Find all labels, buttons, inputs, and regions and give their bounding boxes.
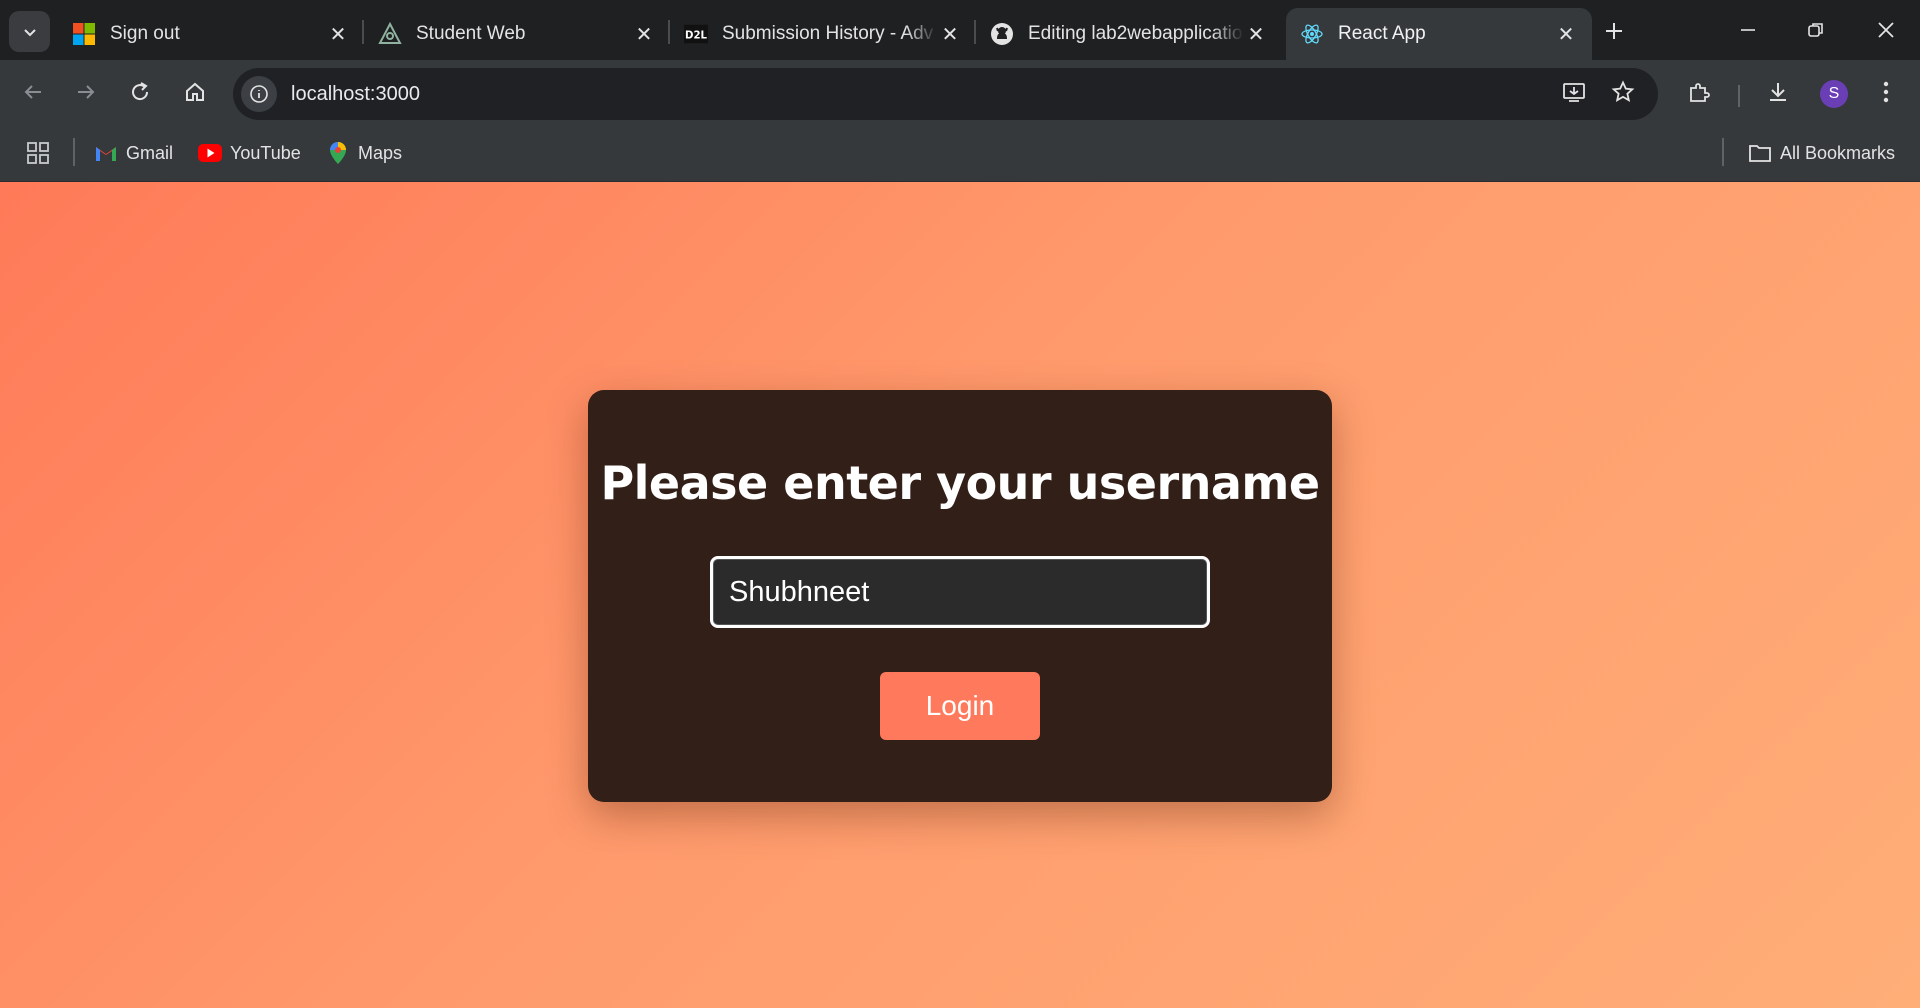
tab-github-editing[interactable]: Editing lab2webapplicatio ✕ xyxy=(976,8,1282,60)
tab-title: Sign out xyxy=(110,23,180,44)
info-icon xyxy=(250,85,268,103)
page-content: Please enter your username Login xyxy=(0,182,1920,1008)
menu-button[interactable] xyxy=(1866,72,1906,112)
more-vertical-icon xyxy=(1883,81,1889,103)
home-button[interactable] xyxy=(175,72,215,112)
github-icon xyxy=(990,22,1014,46)
reload-icon xyxy=(132,82,149,101)
downloads-button[interactable] xyxy=(1758,72,1798,112)
restore-icon xyxy=(1808,23,1823,37)
toolbar-divider xyxy=(1738,85,1740,107)
tab-react-app[interactable]: React App ✕ xyxy=(1286,8,1592,60)
close-tab-icon[interactable]: ✕ xyxy=(1554,22,1578,46)
tab-submission-history[interactable]: D2L Submission History - Adv ✕ xyxy=(670,8,976,60)
restore-button[interactable] xyxy=(1786,8,1846,52)
youtube-icon xyxy=(198,141,222,165)
microsoft-icon xyxy=(72,22,96,46)
student-web-icon xyxy=(378,22,402,46)
bookmark-maps[interactable]: Maps xyxy=(326,138,402,168)
apps-grid-icon xyxy=(27,142,49,164)
tab-title: Student Web xyxy=(416,23,526,44)
username-input[interactable] xyxy=(710,556,1210,628)
bookmark-star-button[interactable] xyxy=(1603,72,1643,112)
site-info-button[interactable] xyxy=(241,76,277,112)
maps-icon xyxy=(326,141,350,165)
plus-icon xyxy=(1606,23,1622,39)
forward-arrow-icon xyxy=(78,85,95,99)
back-arrow-icon xyxy=(24,85,41,99)
bookmark-label: Gmail xyxy=(126,142,174,163)
url-text[interactable]: localhost:3000 xyxy=(291,83,420,106)
close-tab-icon[interactable]: ✕ xyxy=(326,22,350,46)
tab-search-button[interactable] xyxy=(9,11,50,52)
forward-button[interactable] xyxy=(66,72,106,112)
all-bookmarks-button[interactable]: All Bookmarks xyxy=(1748,138,1895,168)
d2l-icon: D2L xyxy=(684,22,708,46)
reload-button[interactable] xyxy=(120,72,160,112)
bookmark-label: YouTube xyxy=(230,142,301,163)
login-heading: Please enter your username xyxy=(600,456,1320,510)
bookmark-divider xyxy=(1722,138,1724,166)
minimize-button[interactable] xyxy=(1718,8,1778,52)
star-icon xyxy=(1611,80,1635,102)
apps-button[interactable] xyxy=(26,138,50,168)
tab-title: React App xyxy=(1338,23,1426,44)
home-icon xyxy=(186,82,204,101)
all-bookmarks-label: All Bookmarks xyxy=(1780,142,1896,163)
extensions-button[interactable] xyxy=(1679,72,1719,112)
react-icon xyxy=(1300,22,1324,46)
gmail-icon xyxy=(94,141,118,165)
close-tab-icon[interactable]: ✕ xyxy=(632,22,656,46)
browser-toolbar: localhost:3000 S xyxy=(0,60,1920,122)
tab-strip: Sign out ✕ Student Web ✕ D2L Submission … xyxy=(0,0,1920,60)
install-icon xyxy=(1563,83,1585,102)
bookmark-youtube[interactable]: YouTube xyxy=(198,138,301,168)
bookmarks-bar: Gmail YouTube Maps All Bookmarks xyxy=(0,122,1920,182)
login-card: Please enter your username Login xyxy=(588,390,1332,802)
back-button[interactable] xyxy=(13,72,53,112)
close-tab-icon[interactable]: ✕ xyxy=(1244,22,1268,46)
address-bar[interactable]: localhost:3000 xyxy=(233,68,1658,120)
folder-icon xyxy=(1748,141,1772,165)
svg-text:D2L: D2L xyxy=(685,31,707,42)
tab-title: Submission History - Adv xyxy=(722,23,934,44)
tab-student-web[interactable]: Student Web ✕ xyxy=(364,8,670,60)
minimize-icon xyxy=(1741,29,1755,31)
bookmark-gmail[interactable]: Gmail xyxy=(94,138,173,168)
install-app-button[interactable] xyxy=(1554,72,1594,112)
bookmark-divider xyxy=(73,138,75,166)
close-tab-icon[interactable]: ✕ xyxy=(938,22,962,46)
tab-sign-out[interactable]: Sign out ✕ xyxy=(58,8,364,60)
bookmark-label: Maps xyxy=(358,142,403,163)
chevron-down-icon xyxy=(23,28,36,36)
close-icon xyxy=(1878,22,1894,38)
new-tab-button[interactable] xyxy=(1597,14,1631,48)
close-window-button[interactable] xyxy=(1856,8,1916,52)
puzzle-icon xyxy=(1690,83,1710,102)
tab-title: Editing lab2webapplicatio xyxy=(1028,23,1243,44)
profile-avatar[interactable]: S xyxy=(1820,80,1848,108)
login-button[interactable]: Login xyxy=(880,672,1040,740)
download-icon xyxy=(1770,83,1786,101)
